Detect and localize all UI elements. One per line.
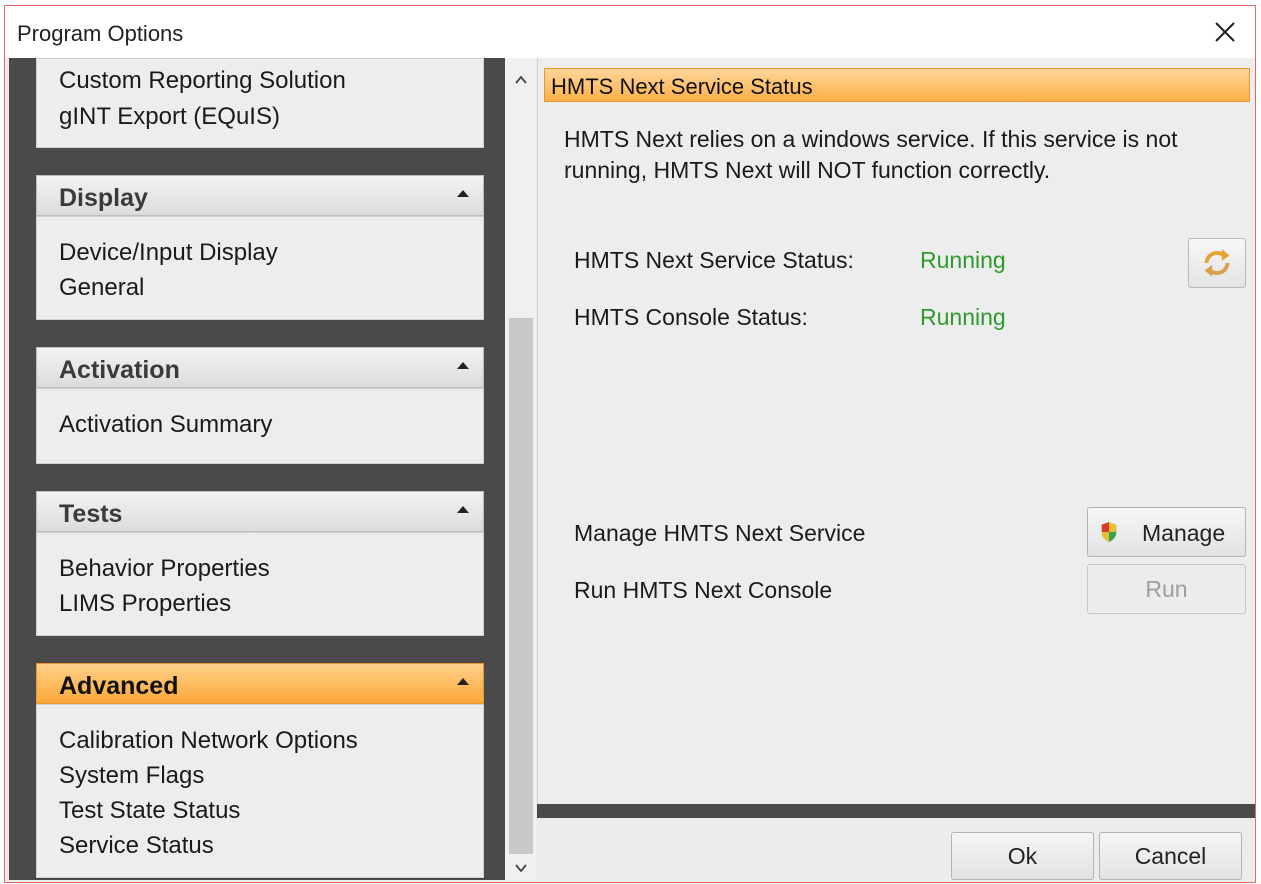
console-status-label: HMTS Console Status:	[574, 304, 808, 330]
scroll-down-arrow-icon[interactable]	[513, 860, 529, 876]
manage-service-label: Manage HMTS Next Service	[574, 520, 866, 546]
service-status-panel: HMTS Next Service Status HMTS Next relie…	[537, 58, 1255, 804]
group-label-activation: Activation	[59, 356, 180, 384]
window-title: Program Options	[17, 21, 184, 46]
nav-item-custom-reporting[interactable]: Custom Reporting Solution	[59, 67, 346, 95]
footer-divider	[537, 804, 1255, 818]
title-bar: Program Options	[5, 6, 1255, 58]
group-label-display: Display	[59, 184, 148, 212]
console-status-value: Running	[920, 304, 1006, 330]
manage-button[interactable]: Manage	[1087, 507, 1246, 557]
nav-item-activation-summary[interactable]: Activation Summary	[59, 411, 272, 439]
uac-shield-icon	[1101, 522, 1117, 542]
nav-item-device-input-display[interactable]: Device/Input Display	[59, 239, 278, 267]
group-body-advanced: Calibration Network Options System Flags…	[36, 704, 484, 878]
program-options-window: Program Options Custom Reporting Solutio…	[4, 5, 1256, 883]
scroll-up-arrow-icon[interactable]	[513, 72, 529, 88]
service-description: HMTS Next relies on a windows service. I…	[564, 126, 1178, 183]
options-sidebar: Custom Reporting Solution gINT Export (E…	[9, 58, 505, 880]
cancel-button-label: Cancel	[1134, 842, 1207, 869]
group-body-reporting: Custom Reporting Solution gINT Export (E…	[36, 58, 484, 148]
manage-button-label: Manage	[1142, 520, 1226, 546]
collapse-caret-icon	[457, 362, 469, 369]
run-button-label: Run	[1145, 575, 1188, 602]
nav-item-lims-properties[interactable]: LIMS Properties	[59, 590, 231, 618]
service-status-label: HMTS Next Service Status:	[574, 247, 854, 273]
nav-item-system-flags[interactable]: System Flags	[59, 762, 204, 790]
collapse-caret-icon	[457, 190, 469, 197]
group-header-display[interactable]: Display	[36, 175, 484, 216]
nav-item-service-status[interactable]: Service Status	[59, 832, 214, 860]
service-status-value: Running	[920, 247, 1006, 273]
nav-item-test-state-status[interactable]: Test State Status	[59, 797, 240, 825]
group-header-tests[interactable]: Tests	[36, 491, 484, 532]
ok-button[interactable]: Ok	[951, 832, 1094, 880]
nav-item-behavior-properties[interactable]: Behavior Properties	[59, 555, 270, 583]
sidebar-scrollbar[interactable]	[505, 58, 536, 880]
collapse-caret-icon	[457, 678, 469, 685]
group-header-advanced[interactable]: Advanced	[36, 663, 484, 704]
group-body-activation: Activation Summary	[36, 388, 484, 464]
collapse-caret-icon	[457, 506, 469, 513]
nav-item-gint-export[interactable]: gINT Export (EQuIS)	[59, 103, 280, 131]
group-body-tests: Behavior Properties LIMS Properties	[36, 532, 484, 636]
close-button[interactable]	[1209, 16, 1241, 48]
group-header-activation[interactable]: Activation	[36, 347, 484, 388]
scrollbar-thumb[interactable]	[509, 318, 533, 854]
refresh-button[interactable]	[1188, 238, 1246, 288]
group-body-display: Device/Input Display General	[36, 216, 484, 320]
close-icon	[1215, 22, 1235, 42]
dialog-footer: Ok Cancel	[537, 818, 1255, 882]
nav-item-general[interactable]: General	[59, 274, 144, 302]
cancel-button[interactable]: Cancel	[1099, 832, 1242, 880]
run-button[interactable]: Run	[1087, 564, 1246, 614]
section-title: HMTS Next Service Status	[551, 74, 813, 99]
section-header: HMTS Next Service Status	[544, 68, 1250, 102]
refresh-icon	[1204, 249, 1230, 277]
nav-item-calibration-network-options[interactable]: Calibration Network Options	[59, 727, 358, 755]
run-console-label: Run HMTS Next Console	[574, 577, 833, 603]
group-label-advanced: Advanced	[59, 672, 179, 700]
ok-button-label: Ok	[1007, 842, 1038, 869]
group-label-tests: Tests	[59, 500, 123, 528]
